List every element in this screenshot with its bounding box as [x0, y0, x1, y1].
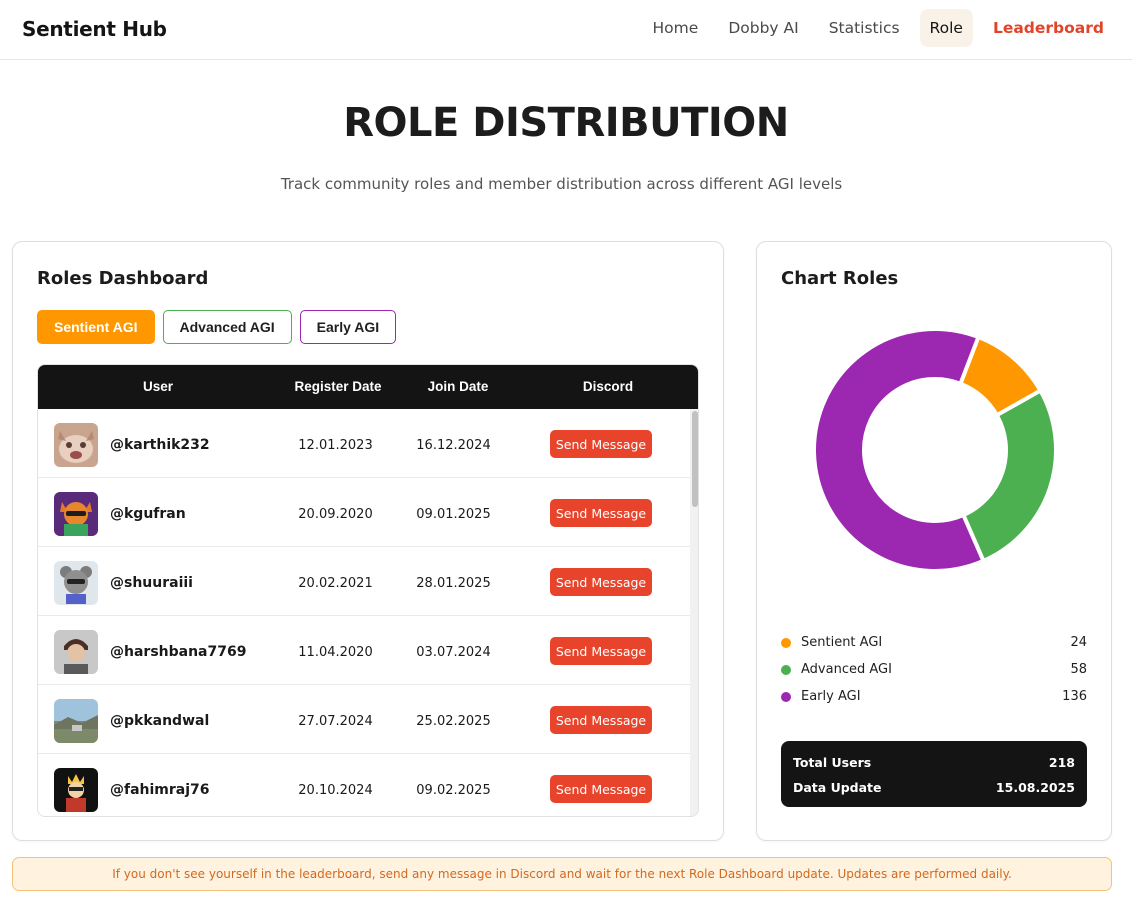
roles-dashboard-title: Roles Dashboard	[37, 268, 209, 289]
send-message-button[interactable]: Send Message	[550, 430, 652, 458]
username: @fahimraj76	[110, 782, 210, 798]
legend-dot-advanced	[781, 665, 791, 675]
table-row: @shuuraiii 20.02.2021 28.01.2025 Send Me…	[38, 547, 690, 616]
avatar	[54, 768, 98, 812]
avatar	[54, 699, 98, 743]
chart-legend: Sentient AGI 24 Advanced AGI 58 Early AG…	[781, 634, 1087, 715]
join-date: 09.01.2025	[416, 507, 491, 522]
register-date: 27.07.2024	[298, 714, 373, 729]
donut-slice-early-agi[interactable]	[812, 327, 987, 573]
update-notice: If you don't see yourself in the leaderb…	[12, 857, 1112, 891]
totals-panel: Total Users 218 Data Update 15.08.2025	[781, 741, 1087, 807]
role-filter-group: Sentient AGI Advanced AGI Early AGI	[37, 310, 397, 344]
chart-roles-card: Chart Roles Sentient AGI 24 Advanced AGI…	[756, 241, 1112, 841]
legend-item-advanced: Advanced AGI 58	[781, 661, 1087, 688]
table-row: @pkkandwal 27.07.2024 25.02.2025 Send Me…	[38, 685, 690, 754]
nav-dobby-ai[interactable]: Dobby AI	[718, 9, 808, 47]
data-update-value: 15.08.2025	[995, 780, 1075, 795]
chart-roles-title: Chart Roles	[781, 268, 899, 289]
legend-value-sentient: 24	[1070, 635, 1087, 650]
username: @harshbana7769	[110, 644, 247, 660]
table-body[interactable]: @karthik232 12.01.2023 16.12.2024 Send M…	[38, 409, 690, 816]
total-users-value: 218	[1048, 755, 1075, 770]
legend-dot-sentient	[781, 638, 791, 648]
join-date: 25.02.2025	[416, 714, 491, 729]
send-message-button[interactable]: Send Message	[550, 568, 652, 596]
total-users-label: Total Users	[793, 755, 872, 770]
legend-item-early: Early AGI 136	[781, 688, 1087, 715]
legend-label-advanced: Advanced AGI	[801, 662, 892, 677]
column-header-user: User	[142, 379, 174, 394]
avatar	[54, 423, 98, 467]
filter-advanced-agi-button[interactable]: Advanced AGI	[162, 310, 292, 344]
data-update-label: Data Update	[793, 780, 882, 795]
register-date: 20.09.2020	[298, 507, 373, 522]
join-date: 16.12.2024	[416, 438, 491, 453]
column-header-discord: Discord	[582, 379, 634, 394]
table-row: @fahimraj76 20.10.2024 09.02.2025 Send M…	[38, 754, 690, 816]
username: @karthik232	[110, 437, 210, 453]
nav-role[interactable]: Role	[919, 9, 973, 47]
legend-dot-early	[781, 692, 791, 702]
main-nav: Home Dobby AI Statistics Role Leaderboar…	[643, 9, 1114, 47]
table-row: @kgufran 20.09.2020 09.01.2025 Send Mess…	[38, 478, 690, 547]
username: @shuuraiii	[110, 575, 193, 591]
register-date: 12.01.2023	[298, 438, 373, 453]
roles-dashboard-card: Roles Dashboard Sentient AGI Advanced AG…	[12, 241, 724, 841]
legend-label-early: Early AGI	[801, 689, 861, 704]
nav-statistics[interactable]: Statistics	[819, 9, 910, 47]
donut-slice-advanced-agi[interactable]	[960, 387, 1058, 564]
filter-sentient-agi-button[interactable]: Sentient AGI	[37, 310, 155, 344]
avatar	[54, 492, 98, 536]
send-message-button[interactable]: Send Message	[550, 637, 652, 665]
send-message-button[interactable]: Send Message	[550, 706, 652, 734]
join-date: 09.02.2025	[416, 783, 491, 798]
avatar	[54, 630, 98, 674]
legend-label-sentient: Sentient AGI	[801, 635, 883, 650]
column-header-register-date: Register Date	[294, 379, 382, 394]
page-subtitle: Track community roles and member distrib…	[280, 175, 843, 193]
username: @pkkandwal	[110, 713, 210, 729]
legend-value-early: 136	[1062, 689, 1087, 704]
avatar	[54, 561, 98, 605]
register-date: 20.10.2024	[298, 783, 373, 798]
brand-logo[interactable]: Sentient Hub	[22, 17, 167, 41]
table-scrollbar[interactable]	[690, 409, 698, 816]
table-row: @harshbana7769 11.04.2020 03.07.2024 Sen…	[38, 616, 690, 685]
filter-early-agi-button[interactable]: Early AGI	[299, 310, 397, 344]
nav-home[interactable]: Home	[643, 9, 709, 47]
legend-item-sentient: Sentient AGI 24	[781, 634, 1087, 661]
scrollbar-thumb[interactable]	[692, 411, 698, 507]
top-navigation-bar: Sentient Hub Home Dobby AI Statistics Ro…	[0, 0, 1132, 60]
join-date: 28.01.2025	[416, 576, 491, 591]
column-header-join-date: Join Date	[427, 379, 489, 394]
send-message-button[interactable]: Send Message	[550, 499, 652, 527]
register-date: 11.04.2020	[298, 645, 373, 660]
username: @kgufran	[110, 506, 186, 522]
page-title: ROLE DISTRIBUTION	[343, 100, 789, 146]
nav-leaderboard[interactable]: Leaderboard	[983, 9, 1114, 47]
legend-value-advanced: 58	[1070, 662, 1087, 677]
join-date: 03.07.2024	[416, 645, 491, 660]
table-header: User Register Date Join Date Discord	[38, 365, 698, 409]
table-row: @karthik232 12.01.2023 16.12.2024 Send M…	[38, 409, 690, 478]
send-message-button[interactable]: Send Message	[550, 775, 652, 803]
role-donut-chart	[812, 327, 1058, 573]
register-date: 20.02.2021	[298, 576, 373, 591]
roles-table: User Register Date Join Date Discord @ka…	[37, 364, 699, 817]
